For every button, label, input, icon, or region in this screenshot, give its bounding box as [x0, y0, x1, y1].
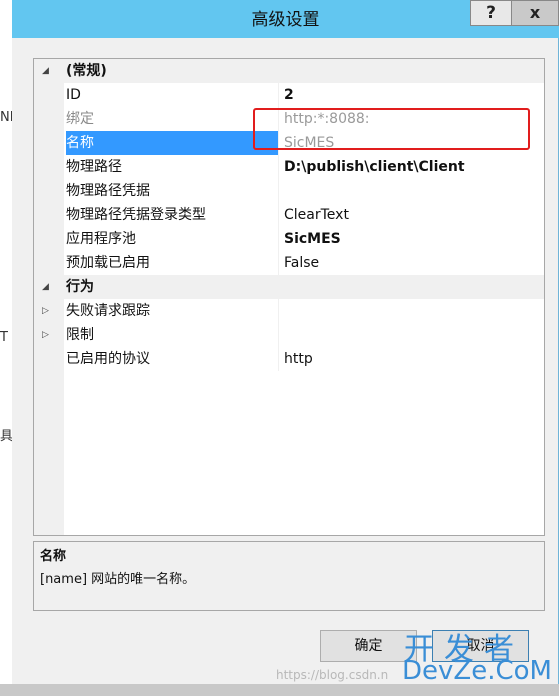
background-text: T	[0, 330, 8, 345]
expand-arrow-icon[interactable]: ▷	[42, 323, 49, 347]
highlight-annotation-box	[253, 108, 530, 150]
column-separator	[278, 203, 279, 227]
property-value: 2	[284, 87, 294, 103]
category-label: (常规)	[66, 63, 107, 79]
description-text: [name] 网站的唯一名称。	[40, 572, 196, 587]
column-separator	[278, 179, 279, 203]
property-name: 应用程序池	[66, 231, 136, 247]
property-value: False	[284, 255, 320, 271]
property-name: 物理路径凭据	[66, 183, 150, 199]
property-name: 已启用的协议	[66, 351, 150, 367]
property-row-limits[interactable]: ▷ 限制	[34, 323, 544, 347]
property-name: 物理路径	[66, 159, 122, 175]
property-row-id[interactable]: ID 2	[34, 83, 544, 107]
column-separator	[278, 347, 279, 371]
property-value: D:\publish\client\Client	[284, 159, 465, 175]
description-panel: 名称 [name] 网站的唯一名称。	[33, 541, 545, 611]
expand-arrow-icon[interactable]: ▷	[42, 299, 49, 323]
property-name: 绑定	[66, 111, 94, 127]
property-name-selected: 名称	[66, 131, 278, 155]
column-separator	[278, 83, 279, 107]
description-title: 名称	[40, 549, 67, 564]
category-behavior[interactable]: ◢ 行为	[34, 275, 544, 299]
property-value: SicMES	[284, 231, 341, 247]
property-name: ID	[66, 87, 81, 103]
property-row-enabled-protocols[interactable]: 已启用的协议 http	[34, 347, 544, 371]
collapse-arrow-icon[interactable]: ◢	[42, 59, 49, 83]
column-separator	[278, 227, 279, 251]
property-value	[284, 179, 542, 203]
property-row-physical-path[interactable]: 物理路径 D:\publish\client\Client	[34, 155, 544, 179]
property-row-path-credentials[interactable]: 物理路径凭据	[34, 179, 544, 203]
property-value: ClearText	[284, 207, 349, 223]
dialog-title-bar[interactable]: 高级设置 ? x	[12, 0, 559, 38]
property-row-failed-request-tracing[interactable]: ▷ 失败请求跟踪	[34, 299, 544, 323]
watermark-logo-bottom: DevZe.CoM	[402, 656, 552, 686]
column-separator	[278, 299, 279, 323]
property-row-preload[interactable]: 预加载已启用 False	[34, 251, 544, 275]
category-general[interactable]: ◢ (常规)	[34, 59, 544, 83]
collapse-arrow-icon[interactable]: ◢	[42, 275, 49, 299]
property-name: 失败请求跟踪	[66, 303, 150, 319]
category-label: 行为	[66, 279, 94, 295]
property-name: 预加载已启用	[66, 255, 150, 271]
watermark-url: https://blog.csdn.n	[276, 668, 389, 682]
property-name: 物理路径凭据登录类型	[66, 207, 206, 223]
column-separator	[278, 323, 279, 347]
column-separator	[278, 155, 279, 179]
property-name: 限制	[66, 327, 94, 343]
property-value	[284, 299, 542, 323]
help-button[interactable]: ?	[470, 0, 512, 26]
property-row-logon-type[interactable]: 物理路径凭据登录类型 ClearText	[34, 203, 544, 227]
column-separator	[278, 251, 279, 275]
property-value	[284, 323, 542, 347]
property-row-app-pool[interactable]: 应用程序池 SicMES	[34, 227, 544, 251]
close-button[interactable]: x	[512, 0, 559, 26]
property-value: http	[284, 351, 313, 367]
